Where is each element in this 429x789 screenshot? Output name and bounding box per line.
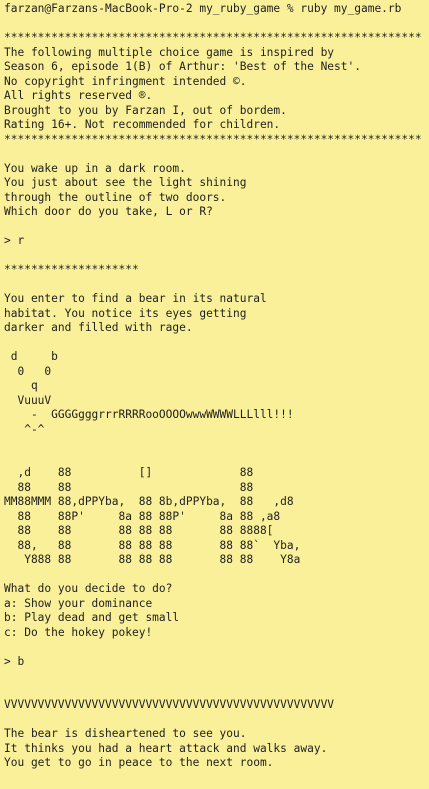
terminal-line: 88 88 88 88 88 88 8888[: [4, 524, 274, 537]
terminal-line: You just about see the light shining: [4, 176, 247, 189]
terminal-line: b: Play dead and get small: [4, 611, 180, 624]
terminal-line: ,d 88 [] 88: [4, 466, 254, 479]
terminal-line: 0 0: [4, 364, 52, 378]
terminal-line: d b: [4, 350, 58, 363]
terminal-window[interactable]: farzan@Farzans-MacBook-Pro-2 my_ruby_gam…: [0, 0, 429, 789]
terminal-line: Rating 16+. Not recommended for children…: [4, 118, 281, 131]
terminal-line: 88 88 88: [4, 480, 254, 494]
terminal-line: VuuuV: [4, 393, 52, 407]
terminal-line: a: Show your dominance: [4, 596, 153, 610]
terminal-line: Y888 88 88 88 88 88 88 Y8a: [4, 553, 301, 566]
terminal-output: farzan@Farzans-MacBook-Pro-2 my_ruby_gam…: [0, 0, 429, 789]
terminal-line: All rights reserved ®.: [4, 89, 153, 102]
terminal-line: You get to go in peace to the next room.: [4, 756, 274, 769]
terminal-line: VVVVVVVVVVVVVVVVVVVVVVVVVVVVVVVVVVVVVVVV…: [4, 698, 335, 711]
terminal-line: c: Do the hokey pokey!: [4, 625, 153, 639]
terminal-line: Which door do you take, L or R?: [4, 205, 213, 218]
terminal-line: > b: [4, 654, 25, 668]
terminal-line: habitat. You notice its eyes getting: [4, 306, 247, 320]
terminal-line: The following multiple choice game is in…: [4, 45, 335, 59]
terminal-line: q: [4, 379, 38, 392]
terminal-line: 88 88P' 8a 88 88P' 8a 88 ,a8: [4, 509, 281, 523]
terminal-line: 88, 88 88 88 88 88 88` Yba,: [4, 538, 301, 552]
terminal-line: darker and filled with rage.: [4, 321, 193, 334]
terminal-line: Season 6, episode 1(B) of Arthur: 'Best …: [4, 60, 361, 73]
terminal-line: ****************************************…: [4, 31, 422, 44]
terminal-line: farzan@Farzans-MacBook-Pro-2 my_ruby_gam…: [4, 2, 402, 15]
terminal-line: ^-^: [4, 422, 45, 436]
terminal-line: ****************************************…: [4, 132, 422, 146]
terminal-line: You enter to find a bear in its natural: [4, 292, 267, 305]
terminal-line: MM88MMM 88,dPPYba, 88 8b,dPPYba, 88 ,d8: [4, 495, 294, 508]
terminal-line: - GGGGgggrrrRRRRooOOOOwwwWWWWLLLlll!!!: [4, 408, 294, 421]
terminal-line: It thinks you had a heart attack and wal…: [4, 741, 328, 755]
terminal-line: ********************: [4, 263, 139, 276]
terminal-line: > r: [4, 234, 25, 247]
terminal-line: What do you decide to do?: [4, 582, 173, 595]
terminal-line: through the outline of two doors.: [4, 190, 227, 204]
terminal-line: You wake up in a dark room.: [4, 161, 186, 175]
terminal-line: No copyright infringment intended ©.: [4, 74, 247, 88]
terminal-line: The bear is disheartened to see you.: [4, 727, 247, 740]
terminal-line: Brought to you by Farzan I, out of borde…: [4, 103, 287, 117]
